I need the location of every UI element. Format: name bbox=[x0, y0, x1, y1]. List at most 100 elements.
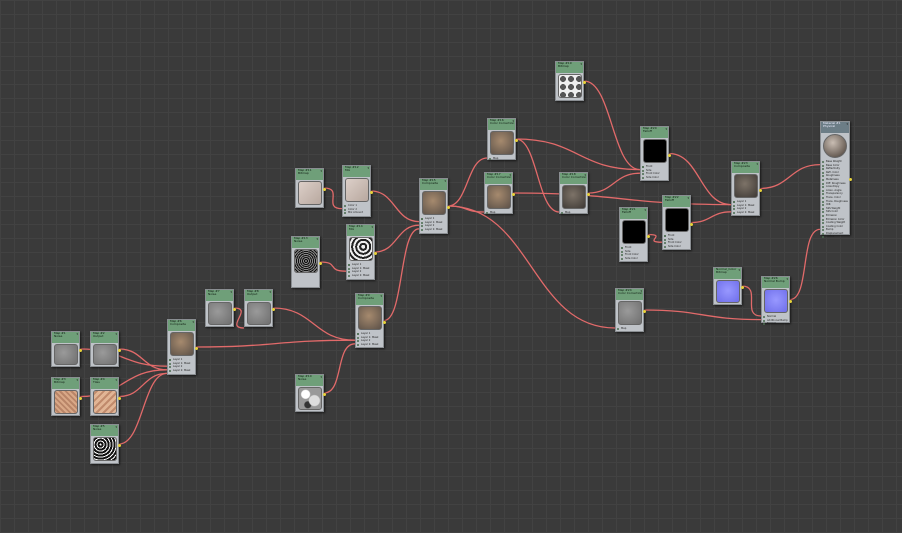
input-slot[interactable]: Side Color bbox=[642, 176, 660, 180]
output-port[interactable] bbox=[383, 321, 386, 324]
node-header[interactable]: Material #1 Physical bbox=[821, 122, 849, 133]
node-header[interactable]: Map #11 Bitmap bbox=[296, 169, 323, 180]
output-port[interactable] bbox=[849, 178, 852, 181]
node-n25[interactable]: Normal_Color Bitmap ▾ bbox=[713, 267, 744, 305]
connection-wire[interactable] bbox=[643, 309, 762, 321]
connection-wire[interactable] bbox=[515, 138, 560, 213]
collapse-icon[interactable]: ▾ bbox=[512, 120, 514, 123]
node-header[interactable]: Map #26 Normal Bump bbox=[762, 277, 789, 288]
node-header[interactable]: Map #14 Mix bbox=[347, 225, 374, 236]
node-header[interactable]: Map #22 Falloff bbox=[663, 196, 690, 207]
node-n21[interactable]: Map #21 Falloff ▾ Front Side Front Color Side … bbox=[619, 207, 650, 262]
output-port[interactable] bbox=[374, 252, 377, 255]
connection-wire[interactable] bbox=[759, 163, 821, 190]
node-header[interactable]: Normal_Color Bitmap bbox=[714, 268, 741, 279]
collapse-icon[interactable]: ▾ bbox=[687, 197, 689, 200]
connection-wire[interactable] bbox=[447, 205, 485, 213]
node-n11[interactable]: Map #11 Bitmap ▾ bbox=[295, 168, 326, 208]
node-n5[interactable]: Map #5 Noise ▾ bbox=[90, 424, 121, 464]
connection-wire[interactable] bbox=[118, 372, 168, 398]
node-n6[interactable]: Map #6 Composite ▾ Layer 1 Layer 1: Mask Laye… bbox=[167, 319, 198, 375]
collapse-icon[interactable]: ▾ bbox=[786, 278, 788, 281]
collapse-icon[interactable]: ▾ bbox=[316, 238, 318, 241]
node-header[interactable]: Map #23 Composite bbox=[732, 162, 759, 173]
input-slot[interactable]: Layer 2: Mask bbox=[348, 274, 369, 278]
node-n12[interactable]: Map #12 Mix ▾ Color 1 Color 2 Mix Amount bbox=[342, 165, 373, 217]
connection-wire[interactable] bbox=[118, 348, 168, 371]
node-n24[interactable]: Map #24 Color Correction ▾ Map bbox=[615, 288, 646, 332]
connection-wire[interactable] bbox=[383, 228, 420, 322]
collapse-icon[interactable]: ▾ bbox=[846, 123, 848, 126]
node-n9[interactable]: Map #9 Composite ▾ Layer 1 Layer 1: Mask Laye… bbox=[355, 293, 386, 348]
collapse-icon[interactable]: ▾ bbox=[367, 167, 369, 170]
node-header[interactable]: Map #19 Bitmap bbox=[556, 62, 583, 73]
node-header[interactable]: Map #4 Tiles bbox=[91, 378, 118, 389]
node-n4[interactable]: Map #4 Tiles ▾ bbox=[90, 377, 121, 416]
node-header[interactable]: Map #15 Composite bbox=[420, 179, 447, 190]
collapse-icon[interactable]: ▾ bbox=[371, 226, 373, 229]
output-port[interactable] bbox=[587, 193, 590, 196]
output-port[interactable] bbox=[515, 139, 518, 142]
collapse-icon[interactable]: ▾ bbox=[380, 295, 382, 298]
output-port[interactable] bbox=[668, 154, 671, 157]
output-port[interactable] bbox=[323, 393, 326, 396]
collapse-icon[interactable]: ▾ bbox=[320, 170, 322, 173]
node-n17[interactable]: Map #17 Color Correction ▾ Map bbox=[484, 172, 515, 214]
node-header[interactable]: Map #20 Falloff bbox=[641, 127, 668, 138]
node-n7[interactable]: Map #7 Noise ▾ bbox=[205, 289, 236, 327]
output-port[interactable] bbox=[79, 397, 82, 400]
collapse-icon[interactable]: ▾ bbox=[76, 379, 78, 382]
output-port[interactable] bbox=[272, 308, 275, 311]
connection-wire[interactable] bbox=[118, 372, 168, 445]
connection-wire[interactable] bbox=[690, 211, 732, 224]
input-slot[interactable]: Side Color bbox=[621, 257, 639, 261]
node-header[interactable]: Map #6 Composite bbox=[168, 320, 195, 331]
output-port[interactable] bbox=[690, 223, 693, 226]
connection-wire[interactable] bbox=[583, 80, 641, 171]
output-port[interactable] bbox=[118, 397, 121, 400]
node-n8[interactable]: Map #8 Output ▾ bbox=[244, 289, 275, 327]
node-n14[interactable]: Map #14 Mix ▾ Layer 1 Layer 1: Mask Layer 2 La… bbox=[346, 224, 377, 280]
input-slot[interactable]: Layer 2: Mask bbox=[357, 343, 378, 347]
node-header[interactable]: Map #13 Noise bbox=[292, 237, 319, 248]
collapse-icon[interactable]: ▾ bbox=[640, 290, 642, 293]
node-n18[interactable]: Map #18 Color Correction ▾ Map bbox=[559, 172, 590, 214]
input-slot[interactable]: Side Color bbox=[664, 245, 682, 249]
node-header[interactable]: Map #12 Mix bbox=[343, 166, 370, 177]
node-header[interactable]: Map #21 Falloff bbox=[620, 208, 647, 219]
node-header[interactable]: Map #16 Color Correction bbox=[488, 119, 515, 130]
connection-wire[interactable] bbox=[447, 157, 488, 207]
node-header[interactable]: Map #1 Noise bbox=[52, 332, 79, 343]
collapse-icon[interactable]: ▾ bbox=[76, 333, 78, 336]
connection-wire[interactable] bbox=[447, 205, 616, 329]
input-slot[interactable]: Normal bbox=[763, 322, 788, 326]
collapse-icon[interactable]: ▾ bbox=[584, 174, 586, 177]
node-n10[interactable]: Map #10 Noise ▾ bbox=[295, 374, 326, 412]
connection-wire[interactable] bbox=[323, 343, 356, 394]
input-slot[interactable]: Layer 2: Mask bbox=[733, 211, 754, 215]
input-slot[interactable]: Layer 2: Mask bbox=[169, 369, 190, 373]
output-port[interactable] bbox=[323, 188, 326, 191]
node-header[interactable]: Map #8 Output bbox=[245, 290, 272, 301]
input-slot[interactable]: Map bbox=[617, 327, 626, 331]
connection-wire[interactable] bbox=[647, 233, 663, 243]
node-n19[interactable]: Map #19 Bitmap ▾ bbox=[555, 61, 586, 101]
input-slot[interactable]: Mix Amount bbox=[344, 211, 363, 215]
output-port[interactable] bbox=[583, 81, 586, 84]
connection-wire[interactable] bbox=[233, 307, 245, 329]
node-n2[interactable]: Map #2 Output ▾ bbox=[90, 331, 121, 367]
node-n13[interactable]: Map #13 Noise ▾ bbox=[291, 236, 322, 288]
node-n15[interactable]: Map #15 Composite ▾ Layer 1 Layer 1: Mask Lay… bbox=[419, 178, 450, 234]
output-port[interactable] bbox=[789, 300, 792, 303]
output-port[interactable] bbox=[643, 310, 646, 313]
output-port[interactable] bbox=[233, 308, 236, 311]
node-n22[interactable]: Map #22 Falloff ▾ Front Side Front Color Side … bbox=[662, 195, 693, 250]
node-header[interactable]: Map #5 Noise bbox=[91, 425, 118, 436]
collapse-icon[interactable]: ▾ bbox=[192, 321, 194, 324]
output-port[interactable] bbox=[759, 189, 762, 192]
node-header[interactable]: Map #3 Bitmap bbox=[52, 378, 79, 389]
output-port[interactable] bbox=[647, 235, 650, 238]
output-port[interactable] bbox=[370, 191, 373, 194]
node-header[interactable]: Map #9 Composite bbox=[356, 294, 383, 305]
input-slot[interactable]: Cutout bbox=[822, 235, 848, 239]
